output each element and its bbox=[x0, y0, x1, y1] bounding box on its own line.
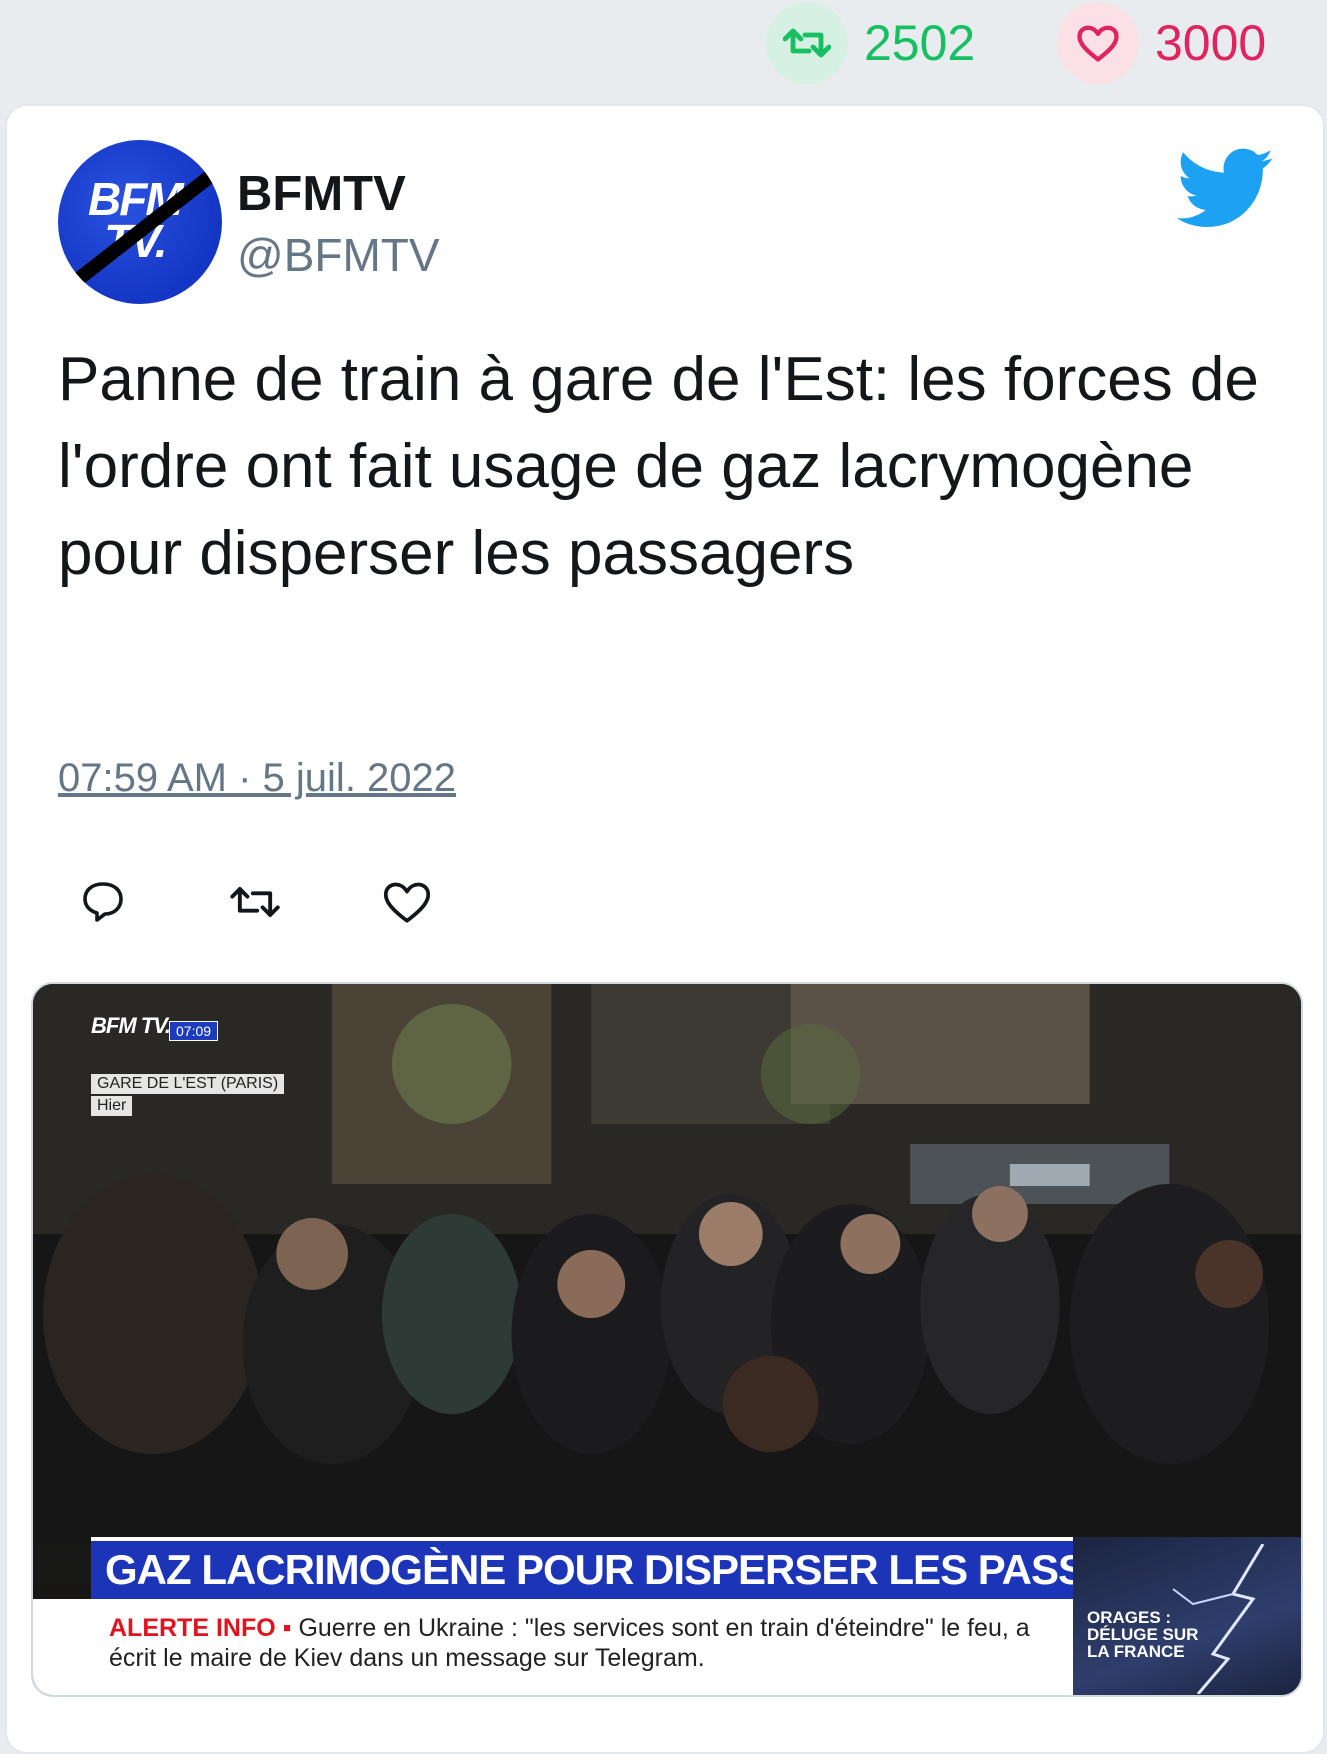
tweet-timestamp[interactable]: 07:59 AM · 5 juil. 2022 bbox=[58, 756, 456, 801]
retweet-action-icon[interactable] bbox=[229, 876, 281, 928]
reply-icon[interactable] bbox=[77, 876, 129, 928]
alert-dot: ▪ bbox=[282, 1614, 299, 1642]
tweet-actions bbox=[77, 876, 433, 928]
news-headline-banner: GAZ LACRIMOGÈNE POUR DISPERSER LES PASSA… bbox=[91, 1537, 1091, 1599]
engagement-stats-bar: 2502 3000 bbox=[0, 0, 1327, 90]
retweet-stat[interactable]: 2502 bbox=[766, 2, 975, 84]
broadcast-time: 07:09 bbox=[169, 1021, 219, 1041]
location-sublabel: Hier bbox=[91, 1096, 133, 1116]
retweet-count: 2502 bbox=[864, 15, 976, 71]
tweet-text: Panne de train à gare de l'Est: les forc… bbox=[58, 345, 1259, 588]
retweet-icon[interactable] bbox=[766, 2, 848, 84]
avatar[interactable]: BFMTV. bbox=[58, 140, 222, 304]
news-ticker: ALERTE INFO ▪ Guerre en Ukraine : "les s… bbox=[33, 1599, 1073, 1695]
avatar-logo: BFMTV. bbox=[88, 173, 184, 264]
channel-logo: BFM TV. bbox=[91, 1013, 171, 1038]
tweet-card: BFMTV. BFMTV @BFMTV Panne de train à gar… bbox=[5, 104, 1325, 1754]
crowd-scene-image bbox=[33, 984, 1301, 1544]
heart-icon[interactable] bbox=[1057, 2, 1139, 84]
alert-label: ALERTE INFO bbox=[109, 1614, 276, 1642]
like-stat[interactable]: 3000 bbox=[1057, 2, 1266, 84]
like-count: 3000 bbox=[1155, 15, 1267, 71]
tweet-media-video-frame[interactable]: BFM TV. 07:09 GARE DE L'EST (PARIS) Hier… bbox=[31, 982, 1303, 1697]
like-action-icon[interactable] bbox=[381, 876, 433, 928]
author-handle[interactable]: @BFMTV bbox=[237, 228, 440, 282]
twitter-bird-icon[interactable] bbox=[1177, 148, 1275, 230]
author-name[interactable]: BFMTV bbox=[237, 166, 406, 222]
location-label: GARE DE L'EST (PARIS) bbox=[91, 1074, 285, 1094]
lightning-icon bbox=[1172, 1544, 1265, 1694]
